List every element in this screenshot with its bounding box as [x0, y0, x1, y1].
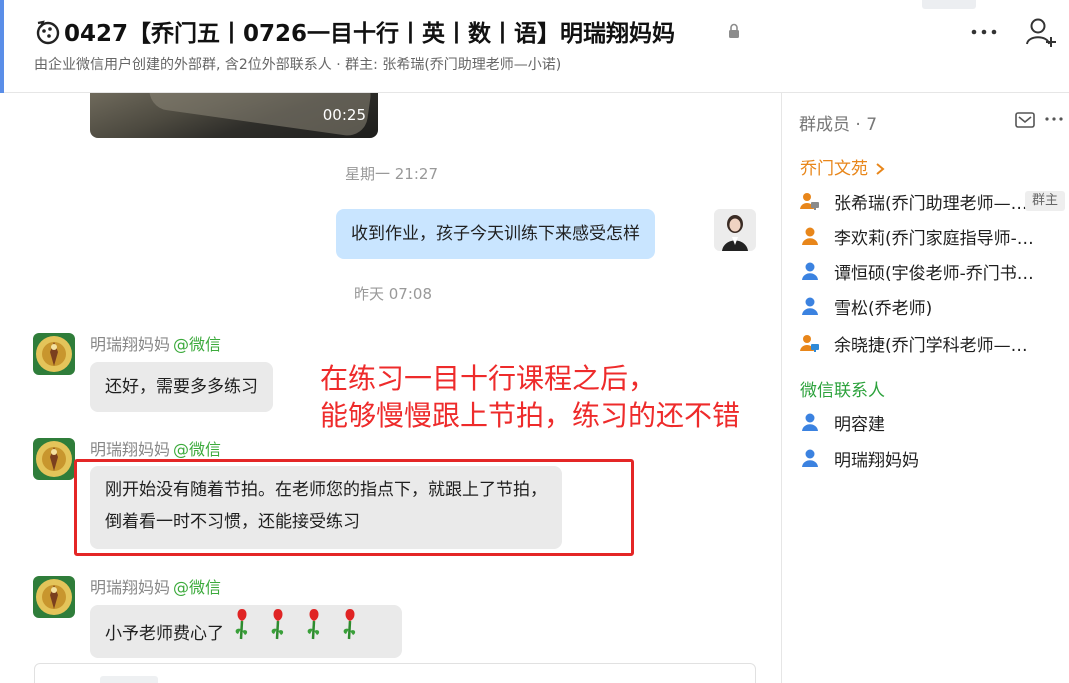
message-timestamp: 昨天 07:08	[354, 285, 432, 303]
member-name: 明瑞翔妈妈	[834, 450, 919, 471]
member-item[interactable]: 谭恒硕(宇俊老师-乔门书院)	[800, 254, 1065, 288]
message-text: 收到作业，孩子今天训练下来感受怎样	[351, 224, 640, 244]
sender-label: 明瑞翔妈妈	[90, 578, 171, 597]
member-name: 明容建	[834, 414, 885, 435]
org-section-header[interactable]: 乔门文苑	[800, 154, 885, 179]
chat-title: 0427【乔门五丨0726一目十行丨英丨数丨语】明瑞翔妈妈	[64, 21, 676, 47]
video-duration: 00:25	[322, 106, 366, 124]
my-avatar[interactable]	[714, 209, 756, 251]
member-item[interactable]: 明容建	[800, 405, 1065, 439]
outgoing-message[interactable]: 收到作业，孩子今天训练下来感受怎样	[336, 209, 655, 259]
chat-window: 0427【乔门五丨0726一目十行丨英丨数丨语】明瑞翔妈妈 由企业微信用户创建的…	[0, 0, 1069, 683]
sender-avatar[interactable]	[33, 333, 75, 375]
sender-label: 明瑞翔妈妈	[90, 440, 171, 459]
member-name: 谭恒硕(宇俊老师-乔门书院)	[834, 263, 1034, 284]
red-annotation-text: 在练习一目十行课程之后， 能够慢慢跟上节拍，练习的还不错	[320, 361, 740, 435]
member-panel: 群成员 · 7 乔门文苑 张希瑞(乔门助理老师—小诺) 群主 李欢莉(乔门家庭指…	[781, 93, 1069, 683]
chevron-right-icon	[876, 163, 885, 175]
sender-avatar[interactable]	[33, 576, 75, 618]
member-item[interactable]: 张希瑞(乔门助理老师—小诺) 群主	[800, 184, 1065, 218]
member-item[interactable]: 李欢莉(乔门家庭指导师-暖暖)	[800, 219, 1065, 253]
sender-name: 明瑞翔妈妈 @微信	[90, 436, 221, 460]
member-name: 雪松(乔老师)	[834, 298, 933, 319]
chat-subtitle: 由企业微信用户创建的外部群, 含2位外部联系人 · 群主: 张希瑞(乔门助理老师…	[34, 57, 562, 73]
member-icon	[802, 297, 818, 315]
member-org-pc-icon	[800, 193, 819, 210]
incoming-message[interactable]: 还好，需要多多练习	[90, 362, 273, 412]
wechat-source-tag: @微信	[173, 440, 222, 459]
video-message[interactable]: 00:25	[90, 93, 378, 138]
avatar-photo	[714, 209, 756, 251]
sender-label: 明瑞翔妈妈	[90, 335, 171, 354]
mail-icon[interactable]	[1015, 112, 1035, 128]
wechat-source-tag: @微信	[173, 578, 222, 597]
member-count-title: 群成员 · 7	[799, 115, 878, 135]
sender-avatar-image	[33, 438, 75, 480]
owner-badge: 群主	[1024, 191, 1065, 211]
chat-header: 0427【乔门五丨0726一目十行丨英丨数丨语】明瑞翔妈妈 由企业微信用户创建的…	[0, 0, 1069, 160]
org-section-label: 乔门文苑	[800, 159, 868, 179]
more-icon	[1045, 117, 1063, 121]
message-compose-box[interactable]	[34, 663, 756, 683]
add-member-icon[interactable]	[1024, 15, 1060, 49]
message-timestamp: 星期一 21:27	[345, 165, 438, 183]
sender-name: 明瑞翔妈妈 @微信	[90, 331, 221, 355]
more-options-button[interactable]	[966, 16, 1002, 48]
panel-more-button[interactable]	[1044, 109, 1064, 129]
member-org-pc-icon	[800, 335, 819, 352]
member-icon	[802, 262, 818, 280]
message-list[interactable]: 00:25 星期一 21:27 收到作业，孩子今天训练下来感受怎样 昨天 07:…	[0, 93, 781, 683]
member-item[interactable]: 余晓捷(乔门学科老师——小予)	[800, 326, 1065, 360]
message-text: 小予老师费心了	[105, 624, 224, 644]
sender-name: 明瑞翔妈妈 @微信	[90, 574, 221, 598]
lock-icon	[729, 23, 739, 38]
member-name: 李欢莉(乔门家庭指导师-暖暖)	[834, 228, 1034, 249]
member-icon	[802, 449, 818, 467]
sender-avatar-image	[33, 576, 75, 618]
member-name: 余晓捷(乔门学科老师——小予)	[834, 335, 1034, 356]
rose-icon	[236, 609, 356, 640]
message-text: 还好，需要多多练习	[105, 377, 258, 397]
compose-toolbar-tab[interactable]	[100, 676, 158, 683]
member-org-icon	[802, 227, 818, 245]
sender-avatar[interactable]	[33, 438, 75, 480]
annotation-line: 在练习一目十行课程之后，	[320, 362, 657, 395]
group-chat-icon	[36, 20, 60, 45]
member-item[interactable]: 雪松(乔老师)	[800, 289, 1065, 323]
wechat-source-tag: @微信	[173, 335, 222, 354]
wechat-section-header: 微信联系人	[800, 376, 885, 401]
rose-emoji-group	[233, 605, 379, 663]
sender-avatar-image	[33, 333, 75, 375]
more-icon	[971, 29, 997, 35]
window-drag-strip[interactable]	[922, 0, 976, 9]
incoming-message[interactable]: 小予老师费心了	[90, 605, 402, 658]
wechat-section-label: 微信联系人	[800, 381, 885, 401]
annotation-line: 能够慢慢跟上节拍，练习的还不错	[320, 398, 741, 432]
member-icon	[802, 413, 818, 431]
member-item[interactable]: 明瑞翔妈妈	[800, 441, 1065, 475]
highlight-annotation-box	[74, 459, 634, 556]
member-name: 张希瑞(乔门助理老师—小诺)	[834, 193, 1034, 214]
